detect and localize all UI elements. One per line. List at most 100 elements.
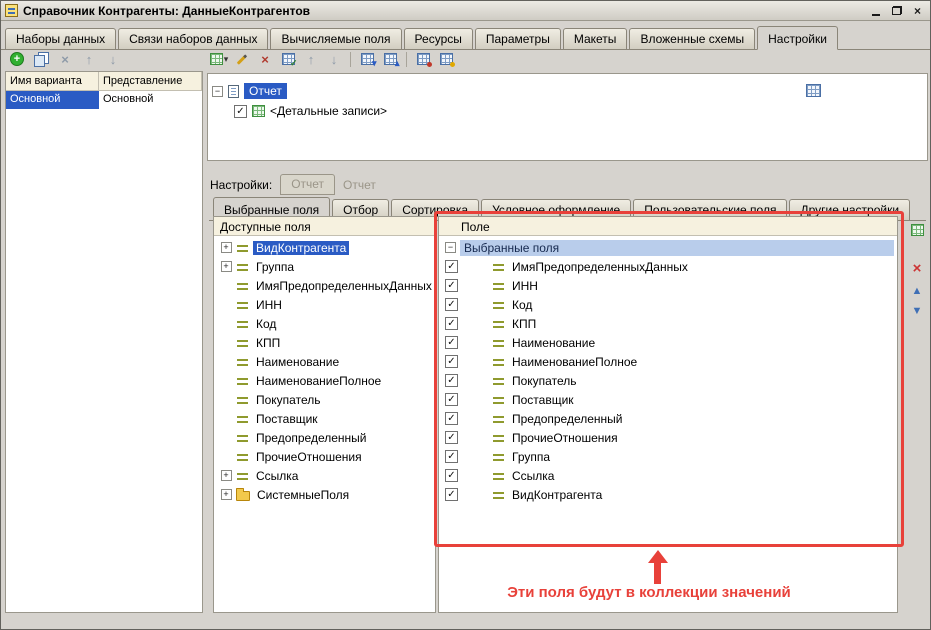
available-field-row[interactable]: Поставщик — [214, 409, 435, 428]
delete-button[interactable]: × — [255, 49, 275, 69]
check-settings-button[interactable]: ✓ — [278, 49, 298, 69]
field-tree-button[interactable] — [907, 220, 927, 240]
settings-save-button[interactable]: ▾ — [357, 49, 377, 69]
selected-field-row[interactable]: ✓ Покупатель — [439, 371, 897, 390]
add-icon: + — [10, 52, 24, 66]
copy-variant-button[interactable] — [31, 49, 51, 69]
field-icon — [492, 394, 505, 406]
field-checkbox[interactable]: ✓ — [445, 374, 458, 387]
add-button[interactable]: ▾ — [209, 49, 229, 69]
variant-name-cell[interactable]: Основной — [6, 91, 99, 109]
field-checkbox[interactable]: ✓ — [445, 355, 458, 368]
window-title: Справочник Контрагенты: ДанныеКонтрагент… — [23, 4, 310, 18]
selected-field-row[interactable]: ✓ ИмяПредопределенныхДанных — [439, 257, 897, 276]
available-field-row[interactable]: + Группа — [214, 257, 435, 276]
window-controls: × — [867, 3, 926, 18]
expand-icon[interactable]: + — [221, 489, 232, 500]
field-checkbox[interactable]: ✓ — [445, 469, 458, 482]
available-field-row[interactable]: + СистемныеПоля — [214, 485, 435, 504]
available-field-row[interactable]: Предопределенный — [214, 428, 435, 447]
available-field-row[interactable]: Покупатель — [214, 390, 435, 409]
selected-field-row[interactable]: ✓ Поставщик — [439, 390, 897, 409]
field-icon — [492, 451, 505, 463]
selected-fields-header: Поле — [439, 217, 897, 236]
minimize-button[interactable] — [867, 3, 884, 18]
collapse-icon[interactable]: − — [445, 242, 456, 253]
app-icon — [5, 4, 18, 17]
field-checkbox[interactable]: ✓ — [445, 260, 458, 273]
add-variant-button[interactable]: + — [7, 49, 27, 69]
variant-row[interactable]: Основной Основной — [6, 91, 202, 109]
node-move-up-button[interactable]: ↑ — [301, 49, 321, 69]
detail-records-row[interactable]: ✓ <Детальные записи> — [212, 101, 923, 121]
available-field-row[interactable]: ИмяПредопределенныхДанных — [214, 276, 435, 295]
copy-icon — [34, 52, 48, 66]
report-structure-tree: − Отчет ✓ <Детальные записи> — [207, 73, 928, 161]
field-checkbox[interactable]: ✓ — [445, 488, 458, 501]
remove-icon: × — [913, 261, 922, 276]
available-field-label: Покупатель — [253, 393, 323, 407]
field-checkbox[interactable]: ✓ — [445, 412, 458, 425]
selected-fields-panel: Поле − Выбранные поля ✓ ИмяПредопределен… — [438, 216, 898, 613]
available-field-row[interactable]: КПП — [214, 333, 435, 352]
output-parameters-button[interactable] — [413, 49, 433, 69]
field-checkbox[interactable]: ✓ — [445, 317, 458, 330]
field-checkbox[interactable]: ✓ — [445, 393, 458, 406]
selected-field-row[interactable]: ✓ Предопределенный — [439, 409, 897, 428]
collapse-icon[interactable]: − — [212, 86, 223, 97]
selected-field-row[interactable]: ✓ Наименование — [439, 333, 897, 352]
edit-button[interactable] — [232, 49, 252, 69]
field-checkbox[interactable]: ✓ — [445, 450, 458, 463]
available-field-row[interactable]: ПрочиеОтношения — [214, 447, 435, 466]
variants-panel: + × ↑ ↓ Имя варианта Представление Основ… — [5, 47, 203, 613]
available-field-row[interactable]: Наименование — [214, 352, 435, 371]
node-move-down-button[interactable]: ↓ — [324, 49, 344, 69]
available-field-row[interactable]: ИНН — [214, 295, 435, 314]
selected-field-row[interactable]: ✓ ИНН — [439, 276, 897, 295]
field-checkbox[interactable]: ✓ — [445, 336, 458, 349]
variant-move-up-button[interactable]: ↑ — [79, 49, 99, 69]
available-field-row[interactable]: + Ссылка — [214, 466, 435, 485]
close-button[interactable]: × — [909, 3, 926, 18]
detail-records-checkbox[interactable]: ✓ — [234, 105, 247, 118]
available-field-row[interactable]: НаименованиеПолное — [214, 371, 435, 390]
selected-field-row[interactable]: ✓ Группа — [439, 447, 897, 466]
field-icon — [236, 375, 249, 387]
field-checkbox[interactable]: ✓ — [445, 431, 458, 444]
available-field-label: ИНН — [253, 298, 285, 312]
field-icon — [236, 470, 249, 482]
selected-field-row[interactable]: ✓ Код — [439, 295, 897, 314]
expand-icon[interactable]: + — [221, 470, 232, 481]
field-checkbox[interactable]: ✓ — [445, 279, 458, 292]
selected-field-row[interactable]: ✓ ПрочиеОтношения — [439, 428, 897, 447]
selected-fields-root-row[interactable]: − Выбранные поля — [439, 238, 897, 257]
selected-field-row[interactable]: ✓ Ссылка — [439, 466, 897, 485]
restore-button[interactable] — [888, 3, 905, 18]
selected-field-row[interactable]: ✓ НаименованиеПолное — [439, 352, 897, 371]
report-node-label[interactable]: Отчет — [244, 83, 287, 99]
field-icon — [236, 432, 249, 444]
delete-variant-button[interactable]: × — [55, 49, 75, 69]
selected-field-label: НаименованиеПолное — [509, 355, 640, 369]
expand-icon[interactable]: + — [221, 261, 232, 272]
available-field-row[interactable]: + ВидКонтрагента — [214, 238, 435, 257]
field-move-down-button[interactable]: ▼ — [907, 301, 927, 321]
selected-field-row[interactable]: ✓ КПП — [439, 314, 897, 333]
report-structure-icon[interactable] — [806, 84, 821, 97]
column-variant-name: Имя варианта — [6, 72, 99, 91]
expand-icon[interactable]: + — [221, 242, 232, 253]
variant-move-down-button[interactable]: ↓ — [103, 49, 123, 69]
field-checkbox[interactable]: ✓ — [445, 298, 458, 311]
settings-load-button[interactable]: ▴ — [380, 49, 400, 69]
detail-records-label[interactable]: <Детальные записи> — [270, 104, 387, 118]
variants-table-header: Имя варианта Представление — [6, 72, 202, 91]
remove-field-button[interactable]: × — [907, 258, 927, 278]
settings-strip-chip[interactable]: Отчет — [280, 174, 335, 195]
conditional-appearance-button[interactable] — [436, 49, 456, 69]
available-field-label: Предопределенный — [253, 431, 370, 445]
field-move-up-button[interactable]: ▲ — [907, 281, 927, 301]
selected-field-row[interactable]: ✓ ВидКонтрагента — [439, 485, 897, 504]
variant-presentation-cell[interactable]: Основной — [99, 91, 202, 109]
settings-region: ▾ × ✓ ↑ ↓ ▾ ▴ − Отчет ✓ <Детальные запис… — [207, 47, 928, 615]
available-field-row[interactable]: Код — [214, 314, 435, 333]
